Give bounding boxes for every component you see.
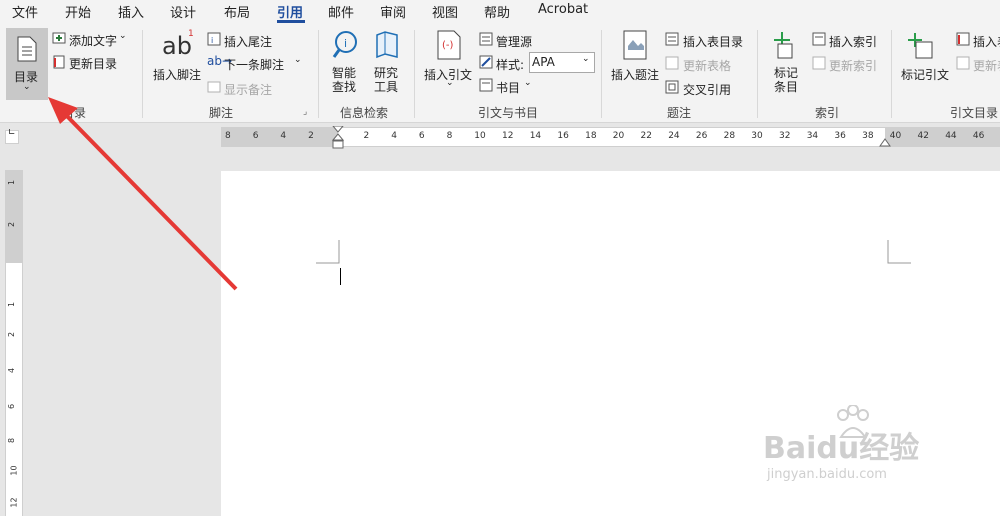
watermark-brand: Baidu经验 xyxy=(763,431,920,466)
watermark-url: jingyan.baidu.com xyxy=(767,467,887,482)
